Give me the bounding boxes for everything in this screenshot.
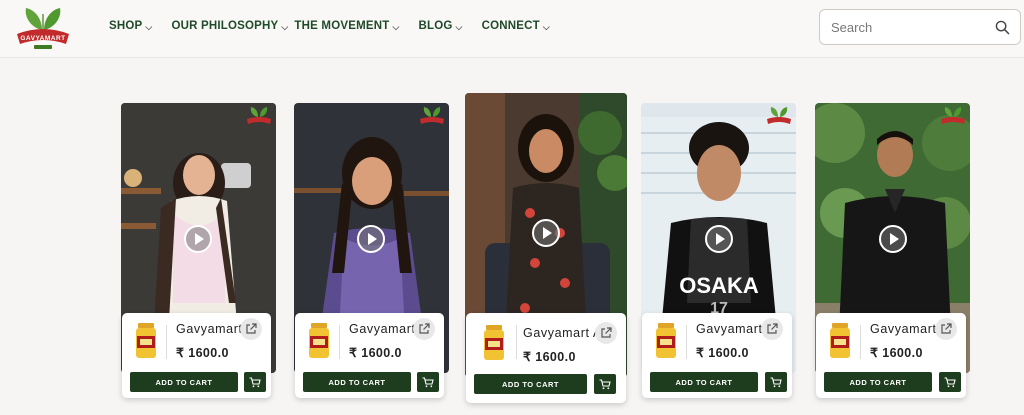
ghee-jar-icon	[136, 323, 156, 358]
product-panel: Gavyamart A2 ₹ 1600.0 ADD TO CART	[122, 313, 271, 398]
video-product-card: OSAKA 17 Gavyamart A2 ₹ 1600.0 ADD TO CA…	[641, 103, 796, 403]
gavyamart-logo[interactable]: GAVYAMART	[14, 4, 72, 52]
share-icon[interactable]	[935, 318, 957, 340]
product-panel: Gavyamart A2 ₹ 1600.0 ADD TO CART	[642, 313, 792, 398]
search-input[interactable]	[831, 10, 991, 44]
nav-shop[interactable]: SHOP ⌵	[109, 20, 152, 32]
gavyamart-watermark-icon	[420, 107, 444, 124]
nav-blog[interactable]: BLOG ⌵	[419, 20, 463, 32]
nav-the-movement-label: THE MOVEMENT	[294, 20, 390, 32]
share-icon[interactable]	[240, 318, 262, 340]
share-icon[interactable]	[761, 318, 783, 340]
search-icon[interactable]	[995, 20, 1010, 35]
divider	[166, 325, 167, 359]
divider	[686, 325, 687, 359]
cart-icon-button[interactable]	[594, 374, 616, 394]
cart-icon	[599, 378, 611, 389]
cart-icon-button[interactable]	[765, 372, 787, 392]
video-product-card: Gavyamart A2 ₹ 1600.0 ADD TO CART	[815, 103, 970, 403]
nav-shop-label: SHOP	[109, 20, 143, 32]
cart-icon	[770, 376, 782, 387]
product-price: ₹ 1600.0	[176, 346, 229, 360]
ghee-jar-icon	[656, 323, 676, 358]
search-box	[819, 9, 1021, 45]
play-icon[interactable]	[357, 225, 385, 253]
nav-the-movement[interactable]: THE MOVEMENT ⌵	[294, 20, 399, 32]
add-to-cart-button[interactable]: ADD TO CART	[474, 374, 587, 394]
product-panel: Gavyamart A2 ₹ 1600.0 ADD TO CART	[466, 313, 626, 403]
chevron-down-icon: ⌵	[392, 21, 400, 32]
nav-our-philosophy[interactable]: OUR PHILOSOPHY ⌵	[171, 20, 288, 32]
product-price: ₹ 1600.0	[696, 346, 749, 360]
divider	[339, 325, 340, 359]
gavyamart-watermark-icon	[941, 107, 965, 124]
video-product-card: Gavyamart A2 ₹ 1600.0 ADD TO CART	[294, 103, 449, 403]
gavyamart-watermark-icon	[767, 107, 791, 124]
add-to-cart-button[interactable]: ADD TO CART	[130, 372, 238, 392]
divider	[860, 325, 861, 359]
divider	[516, 325, 517, 359]
video-product-card: Gavyamart A2 ₹ 1600.0 ADD TO CART	[121, 103, 276, 403]
share-icon[interactable]	[595, 322, 617, 344]
chevron-down-icon: ⌵	[145, 21, 153, 32]
site-header: GAVYAMART SHOP ⌵ OUR PHILOSOPHY ⌵ THE MOVE…	[0, 0, 1024, 58]
chevron-down-icon: ⌵	[542, 21, 550, 32]
nav-blog-label: BLOG	[418, 20, 453, 32]
chevron-down-icon: ⌵	[281, 21, 289, 32]
product-price: ₹ 1600.0	[523, 350, 576, 364]
nav-connect-label: CONNECT	[481, 20, 540, 32]
chevron-down-icon: ⌵	[455, 21, 463, 32]
svg-text:OSAKA: OSAKA	[679, 273, 759, 298]
share-icon[interactable]	[413, 318, 435, 340]
cart-icon	[249, 376, 261, 387]
svg-text:GAVYAMART: GAVYAMART	[20, 35, 65, 42]
play-icon[interactable]	[705, 225, 733, 253]
add-to-cart-button[interactable]: ADD TO CART	[824, 372, 932, 392]
add-to-cart-button[interactable]: ADD TO CART	[303, 372, 411, 392]
product-panel: Gavyamart A2 ₹ 1600.0 ADD TO CART	[816, 313, 966, 398]
cart-icon-button[interactable]	[417, 372, 439, 392]
product-price: ₹ 1600.0	[349, 346, 402, 360]
nav-our-philosophy-label: OUR PHILOSOPHY	[171, 20, 279, 32]
ghee-jar-icon	[484, 325, 504, 360]
main-nav: SHOP ⌵ OUR PHILOSOPHY ⌵ THE MOVEMENT ⌵ BLOG…	[109, 20, 550, 32]
product-panel: Gavyamart A2 ₹ 1600.0 ADD TO CART	[295, 313, 444, 398]
add-to-cart-button[interactable]: ADD TO CART	[650, 372, 758, 392]
cart-icon-button[interactable]	[244, 372, 266, 392]
play-icon[interactable]	[184, 225, 212, 253]
play-icon[interactable]	[879, 225, 907, 253]
nav-connect[interactable]: CONNECT ⌵	[482, 20, 550, 32]
video-product-card: Gavyamart A2 ₹ 1600.0 ADD TO CART	[465, 93, 627, 407]
cart-icon	[422, 376, 434, 387]
ghee-jar-icon	[830, 323, 850, 358]
cart-icon	[944, 376, 956, 387]
gavyamart-watermark-icon	[247, 107, 271, 124]
cart-icon-button[interactable]	[939, 372, 961, 392]
ghee-jar-icon	[309, 323, 329, 358]
product-price: ₹ 1600.0	[870, 346, 923, 360]
play-icon[interactable]	[532, 219, 560, 247]
